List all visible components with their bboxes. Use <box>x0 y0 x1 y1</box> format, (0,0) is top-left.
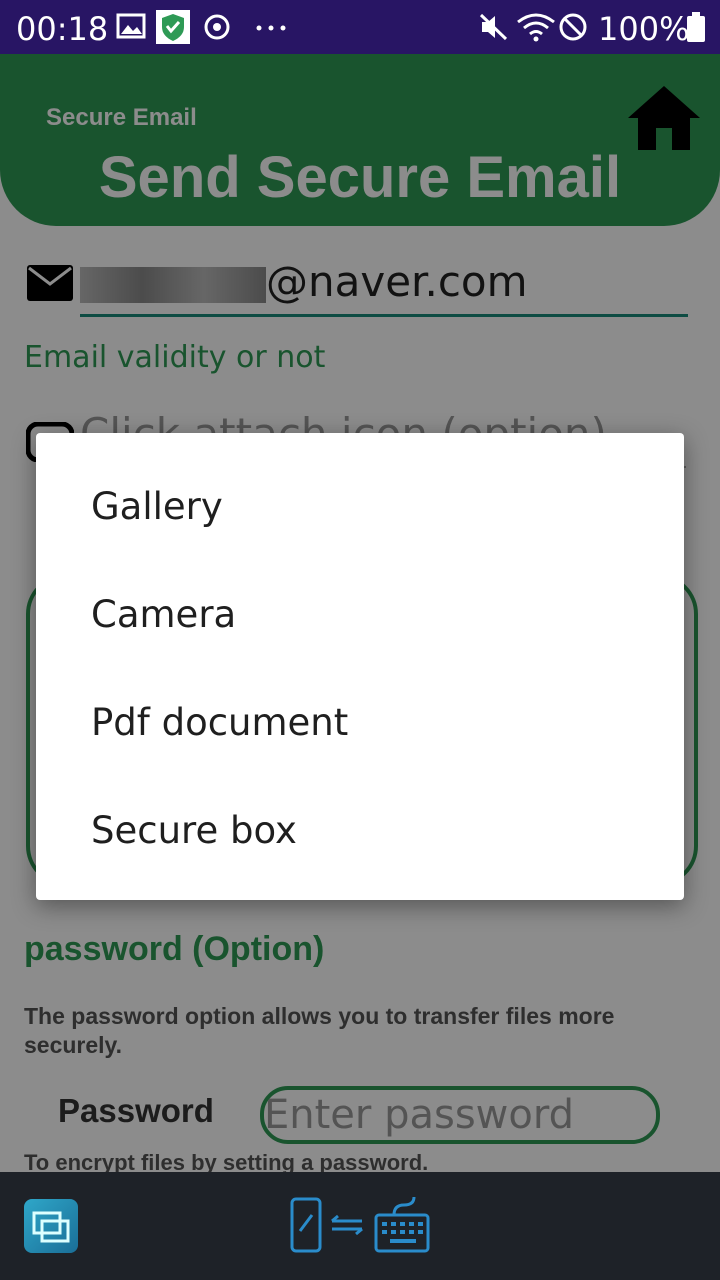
status-time: 00:18 <box>16 10 109 48</box>
mute-vibrate-icon <box>478 12 510 47</box>
app-switch-icon[interactable] <box>24 1199 78 1253</box>
menu-item-label: Gallery <box>91 485 223 528</box>
do-not-disturb-icon <box>558 12 588 47</box>
attach-options-dialog: Gallery Camera Pdf document Secure box <box>36 433 684 900</box>
menu-item-camera[interactable]: Camera <box>36 541 684 649</box>
sync-icon <box>202 12 232 47</box>
menu-item-label: Camera <box>91 593 237 636</box>
menu-item-gallery[interactable]: Gallery <box>36 433 684 541</box>
status-bar: 00:18 100% <box>0 0 720 54</box>
wifi-icon <box>516 12 556 47</box>
shield-app-icon <box>156 10 190 49</box>
battery-icon <box>686 12 706 47</box>
image-icon <box>116 12 146 45</box>
menu-item-label: Pdf document <box>91 701 349 744</box>
keyboard-switch-icon[interactable] <box>290 1195 432 1260</box>
menu-item-pdf-document[interactable]: Pdf document <box>36 649 684 757</box>
battery-percent: 100% <box>598 10 690 48</box>
menu-item-secure-box[interactable]: Secure box <box>36 757 684 865</box>
menu-item-label: Secure box <box>91 809 297 852</box>
more-icon <box>254 10 288 45</box>
